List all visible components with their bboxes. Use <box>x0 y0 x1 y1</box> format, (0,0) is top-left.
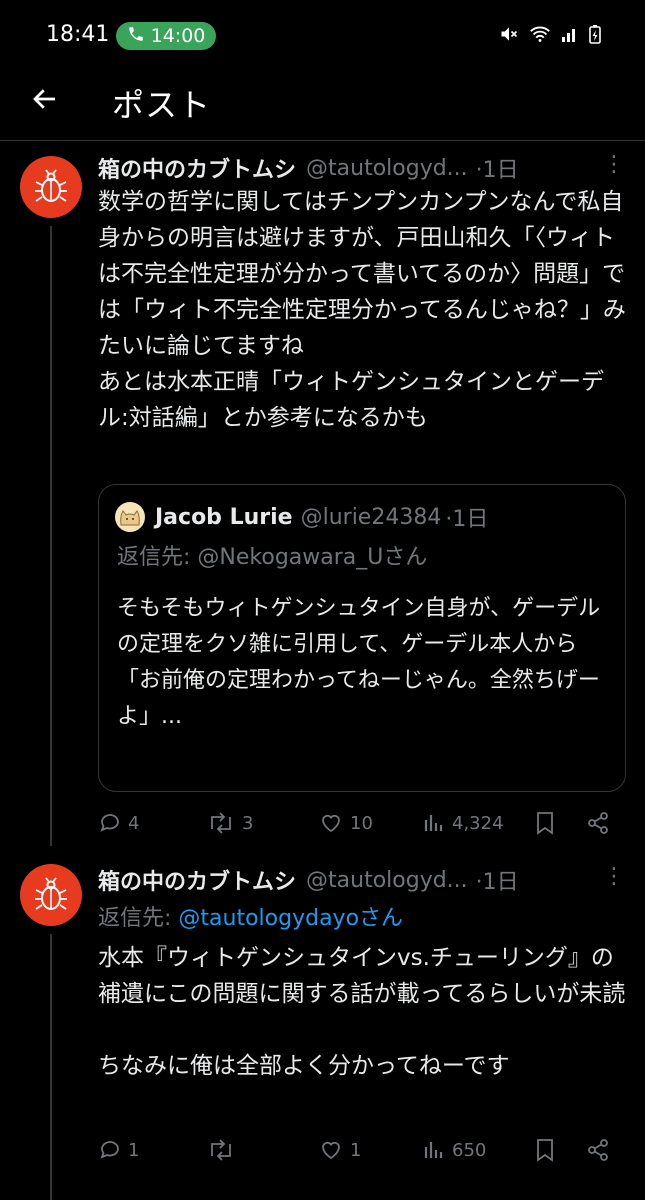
bookmark-icon <box>537 812 553 835</box>
quote-text: そもそもウィトゲンシュタイン自身が、ゲーデルの定理をクソ雑に引用して、ゲーデル本… <box>117 596 601 729</box>
thread-line <box>50 226 52 846</box>
quote-avatar <box>115 502 145 532</box>
views-button[interactable]: 650 <box>422 1138 534 1162</box>
heart-icon <box>322 1141 340 1160</box>
quote-author-handle: @lurie24384 <box>300 504 442 530</box>
share-button[interactable] <box>586 811 610 835</box>
post[interactable]: 箱の中のカブトムシ @tautologyd... ·1日 ⋮ 返信先: @tau… <box>0 850 645 1200</box>
post-text: 水本『ウィトゲンシュタインvs.チューリング』の補遺にこの問題に関する話が載って… <box>98 945 626 1079</box>
author-name[interactable]: 箱の中のカブトムシ <box>98 152 296 184</box>
repost-icon <box>211 812 231 834</box>
more-options-icon[interactable]: ⋮ <box>603 864 625 889</box>
back-arrow-icon[interactable] <box>30 84 64 118</box>
more-options-icon[interactable]: ⋮ <box>603 152 625 177</box>
repost-count: 3 <box>242 812 254 834</box>
page-title: ポスト <box>112 86 212 124</box>
author-handle[interactable]: @tautologyd... <box>306 156 468 181</box>
like-count: 1 <box>350 1139 362 1161</box>
post-time: ·1日 <box>475 870 519 895</box>
repost-icon <box>211 1139 231 1161</box>
quoted-post[interactable]: Jacob Lurie @lurie24384 ·1日 返信先: @Nekoga… <box>98 484 626 792</box>
share-icon <box>588 1139 608 1161</box>
reply-icon <box>100 1141 119 1159</box>
action-bar: 4 3 10 4,324 <box>98 808 618 838</box>
phone-icon <box>127 25 145 48</box>
repost-button[interactable]: 3 <box>206 811 318 835</box>
quote-reply-to: 返信先: @Nekogawara_Uさん <box>117 545 428 570</box>
beetle-icon <box>35 877 67 910</box>
action-bar: 1 1 650 <box>98 1135 618 1165</box>
ongoing-call-pill[interactable]: 14:00 <box>116 22 216 50</box>
bookmark-button[interactable] <box>534 811 586 835</box>
reply-button[interactable]: 4 <box>98 811 206 835</box>
thread-line <box>50 934 52 1200</box>
share-button[interactable] <box>586 1138 610 1162</box>
top-app-bar: ポスト <box>0 70 645 141</box>
bookmark-button[interactable] <box>534 1138 586 1162</box>
wifi-icon <box>529 24 551 48</box>
like-button[interactable]: 10 <box>318 811 422 835</box>
reply-count: 4 <box>128 812 140 834</box>
mute-icon <box>499 24 519 48</box>
views-chart-icon <box>424 815 443 831</box>
status-bar: 18:41 14:00 <box>0 0 645 70</box>
author-name[interactable]: 箱の中のカブトムシ <box>98 864 296 896</box>
quote-time: ·1日 <box>445 507 489 532</box>
reply-to-mention[interactable]: @tautologydayoさん <box>178 906 403 931</box>
call-duration: 14:00 <box>150 25 206 47</box>
avatar[interactable] <box>20 864 82 926</box>
quote-author-name: Jacob Lurie <box>155 504 293 530</box>
reply-to-prefix: 返信先: <box>98 906 179 931</box>
signal-icon <box>561 25 579 47</box>
avatar[interactable] <box>20 156 82 218</box>
view-count: 4,324 <box>452 812 504 834</box>
like-button[interactable]: 1 <box>318 1138 422 1162</box>
repost-button[interactable] <box>206 1138 318 1162</box>
cat-icon <box>120 510 140 526</box>
beetle-icon <box>35 169 67 202</box>
views-button[interactable]: 4,324 <box>422 811 534 835</box>
post-text: 数学の哲学に関してはチンプンカンプンなんで私自身からの明言は避けますが、戸田山和… <box>98 189 626 431</box>
post[interactable]: 箱の中のカブトムシ @tautologyd... ·1日 ⋮ 数学の哲学に関して… <box>0 142 645 847</box>
clock: 18:41 <box>46 22 110 47</box>
bookmark-icon <box>537 1139 553 1162</box>
author-handle[interactable]: @tautologyd... <box>306 868 468 893</box>
reply-count: 1 <box>128 1139 140 1161</box>
like-count: 10 <box>350 812 373 834</box>
views-chart-icon <box>424 1142 443 1158</box>
post-time: ·1日 <box>475 158 519 183</box>
view-count: 650 <box>452 1139 487 1161</box>
reply-to-line: 返信先: @tautologydayoさん <box>98 900 403 932</box>
reply-button[interactable]: 1 <box>98 1138 206 1162</box>
battery-charging-icon <box>589 24 601 48</box>
heart-icon <box>322 814 340 833</box>
share-icon <box>588 812 608 834</box>
reply-icon <box>100 814 119 832</box>
